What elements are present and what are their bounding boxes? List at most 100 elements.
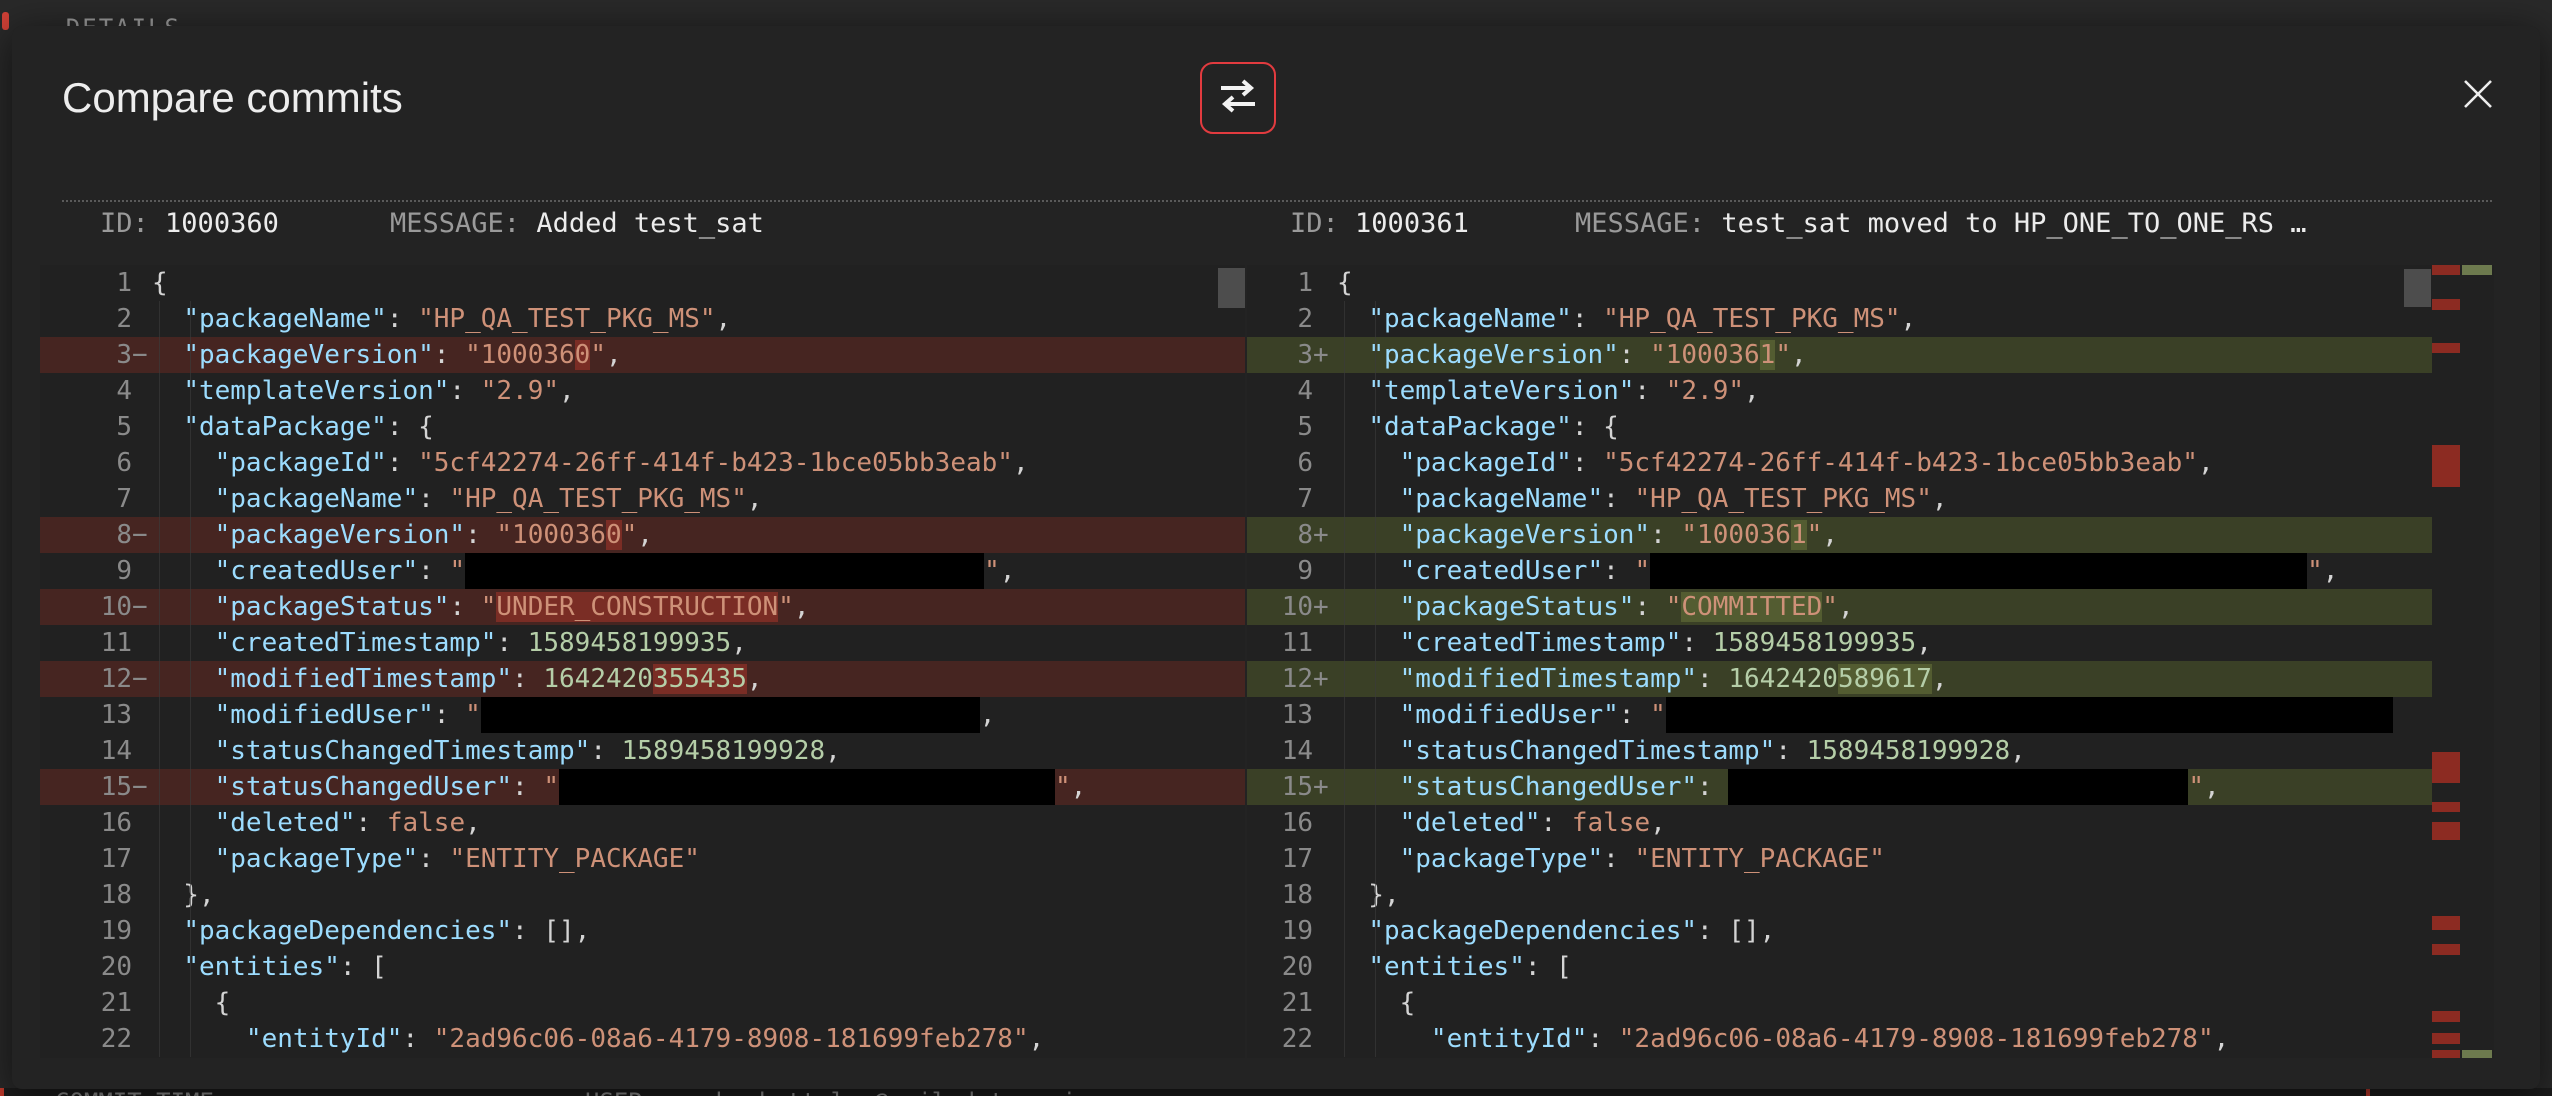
commit-headers: ID: 1000360 MESSAGE: Added test_sat ID: …	[12, 208, 2540, 248]
code-line: 17 "packageType": "ENTITY_PACKAGE"	[1247, 841, 2432, 877]
left-diff-editor[interactable]: 1{2 "packageName": "HP_QA_TEST_PKG_MS",3…	[40, 265, 1245, 1058]
redaction-box	[465, 553, 984, 589]
line-number: 19	[40, 913, 132, 949]
line-number: 14	[1247, 733, 1313, 769]
diff-sign	[1313, 625, 1337, 661]
footer-red-sliver-right	[2366, 1088, 2370, 1096]
swap-commits-button[interactable]	[1200, 62, 1276, 134]
diff-sign	[132, 409, 152, 445]
indent-guide	[159, 301, 160, 1057]
ruler-red-mark	[2432, 916, 2460, 930]
dialog-title: Compare commits	[62, 74, 403, 122]
line-number: 3	[1247, 337, 1313, 373]
code-line: 14 "statusChangedTimestamp": 15894581999…	[40, 733, 1245, 769]
diff-sign	[132, 301, 152, 337]
close-dialog-button[interactable]	[2450, 68, 2506, 124]
background-footer: COMMIT TIME: USER: marko.kottelus@agiled…	[0, 1088, 2552, 1096]
code-line: 7 "packageName": "HP_QA_TEST_PKG_MS",	[40, 481, 1245, 517]
diff-sign	[132, 481, 152, 517]
line-number: 7	[40, 481, 132, 517]
code-line: 13 "modifiedUser": "	[1247, 697, 2432, 733]
code-line: 22 "entityId": "2ad96c06-08a6-4179-8908-…	[40, 1021, 1245, 1057]
diff-sign: −	[132, 337, 152, 373]
diff-sign	[132, 373, 152, 409]
redaction-box	[1650, 553, 2307, 589]
line-number: 5	[40, 409, 132, 445]
code-line: 2 "packageName": "HP_QA_TEST_PKG_MS",	[40, 301, 1245, 337]
code-line: 18 },	[40, 877, 1245, 913]
diff-sign: +	[1313, 517, 1337, 553]
indent-guide	[1375, 301, 1376, 1057]
redaction-box	[1666, 697, 2393, 733]
diff-sign	[1313, 373, 1337, 409]
code-line: 2 "packageName": "HP_QA_TEST_PKG_MS",	[1247, 301, 2432, 337]
line-number: 16	[40, 805, 132, 841]
diff-sign	[132, 913, 152, 949]
ruler-green-mark	[2462, 265, 2492, 275]
code-line: 8− "packageVersion": "1000360",	[40, 517, 1245, 553]
line-number: 6	[1247, 445, 1313, 481]
diff-sign	[1313, 445, 1337, 481]
diff-sign	[1313, 985, 1337, 1021]
code-line: 15− "statusChangedUser": "",	[40, 769, 1245, 805]
left-editor-scrollbar-thumb[interactable]	[1218, 268, 1245, 308]
diff-sign	[1313, 841, 1337, 877]
diff-sign: −	[132, 589, 152, 625]
code-line: 10+ "packageStatus": "COMMITTED",	[1247, 589, 2432, 625]
code-line: 6 "packageId": "5cf42274-26ff-414f-b423-…	[40, 445, 1245, 481]
line-number: 10	[40, 589, 132, 625]
code-line: 21 {	[1247, 985, 2432, 1021]
line-number: 3	[40, 337, 132, 373]
line-number: 12	[1247, 661, 1313, 697]
indent-guide	[1344, 301, 1345, 1057]
diff-sign	[1313, 949, 1337, 985]
code-line: 20 "entities": [	[1247, 949, 2432, 985]
diff-sign	[1313, 913, 1337, 949]
code-line: 3+ "packageVersion": "1000361",	[1247, 337, 2432, 373]
diff-sign: +	[1313, 661, 1337, 697]
ruler-red-mark	[2432, 299, 2460, 310]
line-number: 14	[40, 733, 132, 769]
diff-sign: −	[132, 661, 152, 697]
diff-sign	[132, 1021, 152, 1057]
line-number: 7	[1247, 481, 1313, 517]
line-number: 10	[1247, 589, 1313, 625]
line-number: 5	[1247, 409, 1313, 445]
diff-sign: +	[1313, 337, 1337, 373]
diff-sign	[132, 877, 152, 913]
ruler-red-mark	[2432, 802, 2460, 812]
line-number: 15	[40, 769, 132, 805]
line-number: 6	[40, 445, 132, 481]
code-line: 9 "createdUser": "",	[40, 553, 1245, 589]
line-number: 16	[1247, 805, 1313, 841]
ruler-red-mark	[2432, 752, 2460, 783]
line-number: 9	[1247, 553, 1313, 589]
ruler-green-mark	[2462, 1050, 2492, 1058]
left-commit-id: ID: 1000360	[100, 208, 279, 239]
code-line: 22 "entityId": "2ad96c06-08a6-4179-8908-…	[1247, 1021, 2432, 1057]
line-number: 17	[40, 841, 132, 877]
diff-sign: +	[1313, 769, 1337, 805]
redaction-box	[481, 697, 980, 733]
footer-red-sliver-left	[0, 1088, 4, 1096]
indent-guide	[190, 301, 191, 1057]
code-line: 17 "packageType": "ENTITY_PACKAGE"	[40, 841, 1245, 877]
diff-sign	[1313, 553, 1337, 589]
code-line: 15+ "statusChangedUser": ",	[1247, 769, 2432, 805]
code-line: 11 "createdTimestamp": 1589458199935,	[1247, 625, 2432, 661]
diff-sign: −	[132, 769, 152, 805]
diff-sign	[1313, 1021, 1337, 1057]
code-line: 19 "packageDependencies": [],	[40, 913, 1245, 949]
right-editor-scrollbar-thumb[interactable]	[2404, 269, 2431, 307]
line-number: 20	[1247, 949, 1313, 985]
line-number: 2	[40, 301, 132, 337]
line-number: 11	[1247, 625, 1313, 661]
right-diff-editor[interactable]: 1{2 "packageName": "HP_QA_TEST_PKG_MS",3…	[1247, 265, 2494, 1058]
line-number: 22	[40, 1021, 132, 1057]
line-number: 13	[40, 697, 132, 733]
code-line: 5 "dataPackage": {	[1247, 409, 2432, 445]
code-line: 16 "deleted": false,	[1247, 805, 2432, 841]
diff-sign	[132, 841, 152, 877]
ruler-red-mark	[2432, 343, 2460, 353]
line-number: 1	[40, 265, 132, 301]
